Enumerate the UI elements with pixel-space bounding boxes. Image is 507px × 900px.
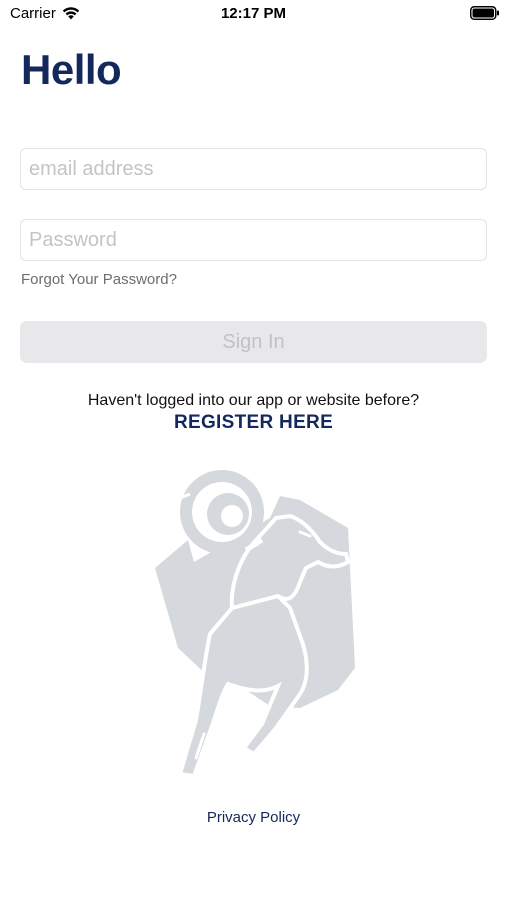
forgot-password-link[interactable]: Forgot Your Password?	[21, 271, 177, 288]
page-title: Hello	[21, 46, 122, 93]
register-link[interactable]: REGISTER HERE	[0, 412, 507, 434]
email-field[interactable]	[20, 148, 487, 190]
status-time: 12:17 PM	[220, 5, 287, 22]
ram-logo-icon	[155, 470, 355, 779]
register-prompt: Haven't logged into our app or website b…	[87, 392, 420, 409]
battery-icon	[470, 6, 499, 20]
sign-in-button[interactable]: Sign In	[20, 321, 487, 363]
password-field[interactable]	[20, 219, 487, 261]
privacy-policy-link[interactable]: Privacy Policy	[0, 809, 507, 826]
status-bar: Carrier 12:17 PM	[0, 0, 507, 30]
